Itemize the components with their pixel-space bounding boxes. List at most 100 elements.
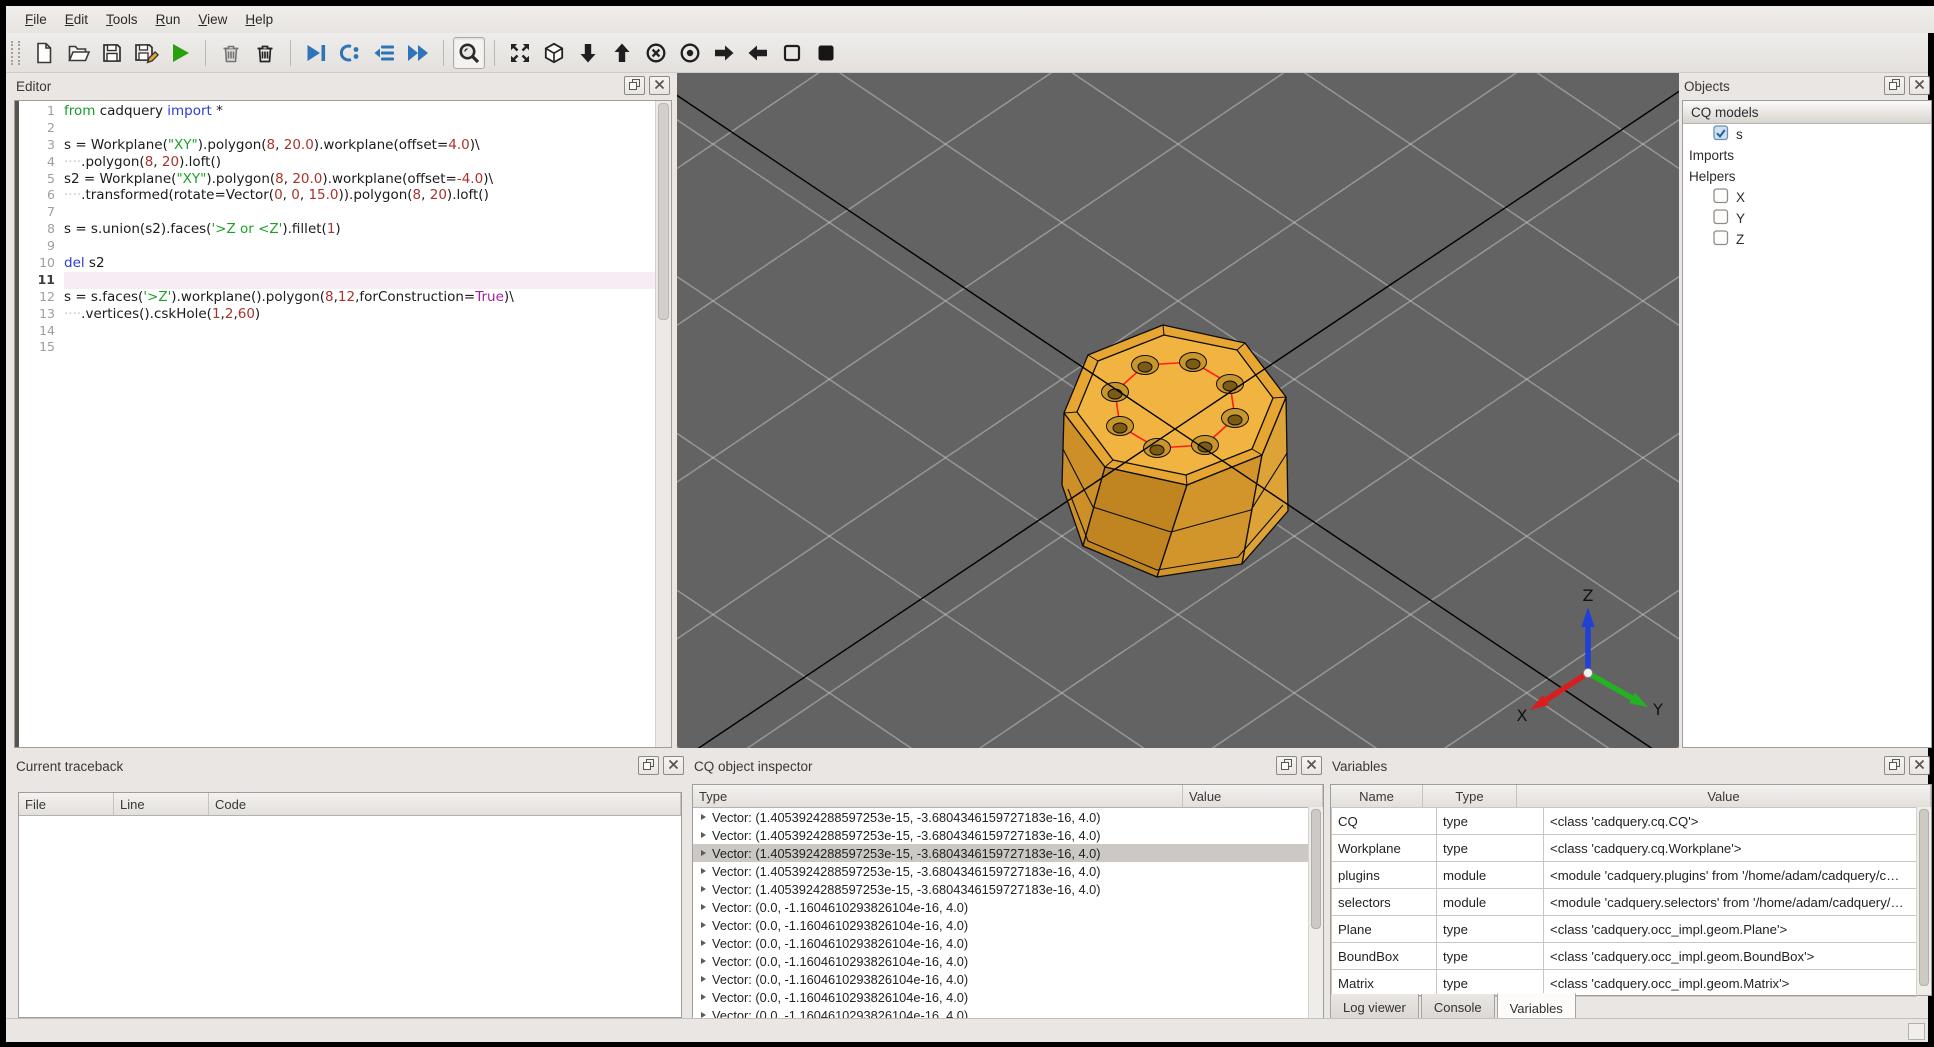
view-left-button[interactable] <box>742 37 774 69</box>
column-header-file[interactable]: File <box>19 793 114 815</box>
inspector-scrollbar[interactable] <box>1308 807 1323 1023</box>
variable-row[interactable]: Workplane type <class 'cadquery.cq.Workpla… <box>1331 834 1917 862</box>
close-panel-button[interactable] <box>663 756 684 775</box>
variables-panel-titlebar: Variables <box>1330 754 1932 778</box>
column-header-value[interactable]: Value <box>1517 785 1931 807</box>
checked-checkbox[interactable] <box>1713 125 1729 144</box>
save-button[interactable] <box>96 37 128 69</box>
expand-arrow-icon[interactable] <box>701 886 706 892</box>
debug-run-button[interactable] <box>300 37 332 69</box>
step-over-button[interactable] <box>334 37 366 69</box>
resize-grip[interactable] <box>1908 1023 1925 1040</box>
column-header-line[interactable]: Line <box>114 793 209 815</box>
run-script-button[interactable] <box>164 37 196 69</box>
variable-row[interactable]: Matrix type <class 'cadquery.occ_impl.geom… <box>1331 969 1917 997</box>
variable-row[interactable]: Plane type <class 'cadquery.occ_impl.geom.… <box>1331 915 1917 943</box>
shaded-view-button[interactable] <box>810 37 842 69</box>
float-panel-button[interactable] <box>624 76 645 95</box>
unchecked-checkbox[interactable] <box>1713 188 1729 207</box>
column-header-type[interactable]: Type <box>1423 785 1517 807</box>
expand-arrow-icon[interactable] <box>701 940 706 946</box>
tree-item-z[interactable]: Z <box>1683 229 1931 250</box>
new-file-button[interactable] <box>28 37 60 69</box>
menu-tools[interactable]: Tools <box>97 9 147 30</box>
unchecked-checkbox[interactable] <box>1713 230 1729 249</box>
inspector-row[interactable]: Vector: (0.0, -1.1604610293826104e-16, 4… <box>693 934 1323 952</box>
clear-temp-button[interactable] <box>215 37 247 69</box>
tree-item-s[interactable]: s <box>1683 124 1931 145</box>
inspector-row[interactable]: Vector: (0.0, -1.1604610293826104e-16, 4… <box>693 916 1323 934</box>
float-panel-button[interactable] <box>1884 756 1905 775</box>
open-file-button[interactable] <box>62 37 94 69</box>
editor-scrollbar-thumb[interactable] <box>658 103 669 320</box>
column-header-type[interactable]: Type <box>693 785 1183 807</box>
expand-arrow-icon[interactable] <box>701 904 706 910</box>
expand-arrow-icon[interactable] <box>701 832 706 838</box>
wireframe-view-button[interactable] <box>776 37 808 69</box>
inspector-scrollbar-thumb[interactable] <box>1311 809 1321 929</box>
float-panel-button[interactable] <box>1276 756 1297 775</box>
close-panel-button[interactable] <box>1909 76 1930 95</box>
inspector-row[interactable]: Vector: (0.0, -1.1604610293826104e-16, 4… <box>693 970 1323 988</box>
tree-item-x[interactable]: X <box>1683 187 1931 208</box>
variable-row[interactable]: BoundBox type <class 'cadquery.occ_impl.ge… <box>1331 942 1917 970</box>
code-editor[interactable]: 1 from cadquery import * 2 3 s = Workplane("… <box>19 103 655 745</box>
close-panel-button[interactable] <box>1909 756 1930 775</box>
tree-item-helpers[interactable]: Helpers <box>1683 166 1931 187</box>
menu-run[interactable]: Run <box>147 9 190 30</box>
variables-scrollbar-thumb[interactable] <box>1919 809 1929 986</box>
tab-log-viewer[interactable]: Log viewer <box>1330 994 1419 1021</box>
expand-arrow-icon[interactable] <box>701 958 706 964</box>
inspector-row[interactable]: Vector: (1.4053924288597253e-15, -3.6804… <box>693 808 1323 826</box>
fit-view-button[interactable] <box>504 37 536 69</box>
float-panel-button[interactable] <box>1884 76 1905 95</box>
step-into-button[interactable] <box>368 37 400 69</box>
variables-scrollbar[interactable] <box>1916 807 1931 995</box>
close-panel-button[interactable] <box>1301 756 1322 775</box>
view-right-button[interactable] <box>708 37 740 69</box>
variable-row[interactable]: CQ type <class 'cadquery.cq.CQ'> <box>1331 807 1917 835</box>
tree-group-cq-models[interactable]: CQ models <box>1683 101 1931 124</box>
iso-view-button[interactable] <box>538 37 570 69</box>
inspector-row[interactable]: Vector: (1.4053924288597253e-15, -3.6804… <box>693 880 1323 898</box>
menu-edit[interactable]: Edit <box>56 9 97 30</box>
editor-scrollbar[interactable] <box>655 101 671 747</box>
column-header-code[interactable]: Code <box>209 793 681 815</box>
inspector-row[interactable]: Vector: (1.4053924288597253e-15, -3.6804… <box>693 862 1323 880</box>
inspector-row[interactable]: Vector: (1.4053924288597253e-15, -3.6804… <box>693 826 1323 844</box>
expand-arrow-icon[interactable] <box>701 868 706 874</box>
toolbar-drag-handle[interactable] <box>11 40 20 65</box>
inspect-object-button[interactable] <box>453 36 485 69</box>
inspector-row[interactable]: Vector: (0.0, -1.1604610293826104e-16, 4… <box>693 898 1323 916</box>
3d-viewport[interactable]: Z X Y <box>677 73 1679 748</box>
expand-arrow-icon[interactable] <box>701 814 706 820</box>
column-header-value[interactable]: Value <box>1183 785 1323 807</box>
run-fast-button[interactable] <box>402 37 434 69</box>
inspector-row[interactable]: Vector: (1.4053924288597253e-15, -3.6804… <box>693 844 1323 862</box>
view-back-button[interactable] <box>640 37 672 69</box>
float-panel-button[interactable] <box>638 756 659 775</box>
tree-item-imports[interactable]: Imports <box>1683 145 1931 166</box>
expand-arrow-icon[interactable] <box>701 850 706 856</box>
tree-item-y[interactable]: Y <box>1683 208 1931 229</box>
variable-row[interactable]: selectors module <module 'cadquery.selecto… <box>1331 888 1917 916</box>
menu-help[interactable]: Help <box>236 9 282 30</box>
inspector-row[interactable]: Vector: (0.0, -1.1604610293826104e-16, 4… <box>693 952 1323 970</box>
save-as-button[interactable] <box>130 37 162 69</box>
tab-console[interactable]: Console <box>1420 994 1495 1021</box>
menu-file[interactable]: File <box>16 9 56 30</box>
inspector-row[interactable]: Vector: (0.0, -1.1604610293826104e-16, 4… <box>693 988 1323 1006</box>
delete-button[interactable] <box>249 37 281 69</box>
column-header-name[interactable]: Name <box>1331 785 1423 807</box>
menu-view[interactable]: View <box>189 9 236 30</box>
variables-panel: Variables Name Type Value CQ type <class 'ca… <box>1330 754 1932 1023</box>
expand-arrow-icon[interactable] <box>701 922 706 928</box>
view-top-button[interactable] <box>606 37 638 69</box>
unchecked-checkbox[interactable] <box>1713 209 1729 228</box>
expand-arrow-icon[interactable] <box>701 976 706 982</box>
variable-row[interactable]: plugins module <module 'cadquery.plugins' … <box>1331 861 1917 889</box>
expand-arrow-icon[interactable] <box>701 994 706 1000</box>
view-front-button[interactable] <box>674 37 706 69</box>
view-bottom-button[interactable] <box>572 37 604 69</box>
close-panel-button[interactable] <box>649 76 670 95</box>
